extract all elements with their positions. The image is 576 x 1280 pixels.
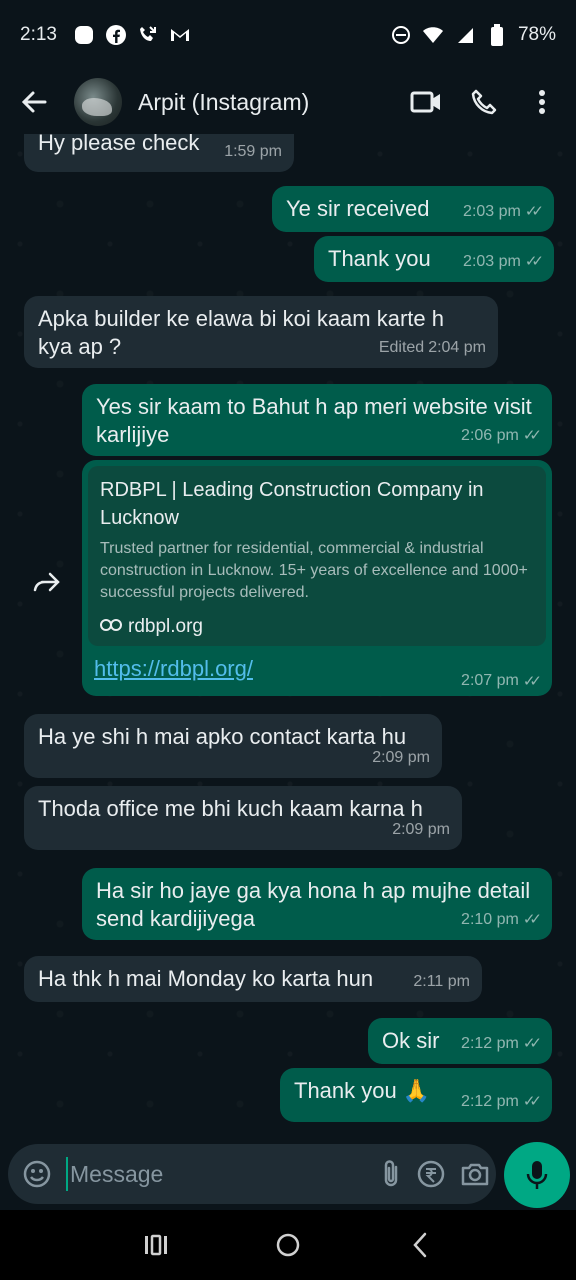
message-incoming[interactable]: Ha thk h mai Monday ko karta hun 2:11 pm (24, 956, 482, 1002)
video-call-icon[interactable] (404, 80, 448, 124)
message-outgoing[interactable]: Thank you 🙏 2:12 pm ✓✓ (280, 1068, 552, 1122)
message-link[interactable]: https://rdbpl.org/ (94, 656, 253, 682)
attach-icon[interactable] (380, 1152, 402, 1196)
message-time: 2:10 pm ✓✓ (461, 906, 542, 934)
message-text: Hy please check (38, 134, 200, 155)
message-text: Ok sir (382, 1028, 440, 1053)
recent-apps-icon[interactable] (131, 1220, 181, 1270)
message-composer (8, 1144, 496, 1204)
message-outgoing[interactable]: Yes sir kaam to Bahut h ap meri website … (82, 384, 552, 456)
battery-level: 78% (517, 24, 556, 45)
link-preview-message[interactable]: RDBPL | Leading Construction Company in … (82, 460, 552, 696)
payment-icon[interactable] (416, 1152, 446, 1196)
read-ticks-icon: ✓✓ (524, 253, 544, 270)
read-ticks-icon: ✓✓ (524, 203, 544, 220)
message-incoming[interactable]: Apka builder ke elawa bi koi kaam karte … (24, 296, 498, 368)
message-time: Edited 2:04 pm (379, 334, 486, 362)
link-preview-domain: rdbpl.org (100, 616, 534, 638)
message-input[interactable] (66, 1157, 366, 1191)
camera-icon[interactable] (460, 1152, 490, 1196)
read-ticks-icon: ✓✓ (522, 1035, 542, 1052)
message-time: 2:03 pm ✓✓ (463, 248, 544, 276)
message-time: 2:03 pm ✓✓ (463, 198, 544, 226)
message-time: 2:06 pm ✓✓ (461, 422, 542, 450)
message-incoming[interactable]: Ha ye shi h mai apko contact karta hu 2:… (24, 714, 442, 778)
link-preview-title: RDBPL | Leading Construction Company in … (100, 479, 484, 529)
message-outgoing[interactable]: Ye sir received 2:03 pm ✓✓ (272, 186, 554, 232)
read-ticks-icon: ✓✓ (522, 1093, 542, 1110)
battery-icon (486, 24, 508, 46)
link-preview-description: Trusted partner for residential, commerc… (100, 540, 528, 601)
message-time: 1:59 pm (224, 143, 282, 160)
wifi-icon (422, 24, 444, 46)
dnd-icon (390, 24, 412, 46)
status-time: 2:13 (20, 24, 57, 45)
link-icon (100, 616, 122, 638)
read-ticks-icon: ✓✓ (522, 427, 542, 444)
contact-name[interactable]: Arpit (Instagram) (138, 89, 390, 116)
read-ticks-icon: ✓✓ (522, 673, 542, 690)
message-time: 2:07 pm ✓✓ (461, 672, 542, 690)
mic-icon (526, 1161, 548, 1189)
system-nav-bar (0, 1210, 576, 1280)
message-time: 2:09 pm (372, 749, 430, 766)
status-bar: 2:13 78% (0, 0, 576, 70)
more-options-icon[interactable] (520, 80, 564, 124)
forward-icon[interactable] (28, 564, 64, 600)
message-outgoing[interactable]: Ha sir ho jaye ga kya hona h ap mujhe de… (82, 868, 552, 940)
back-arrow-icon[interactable] (16, 84, 52, 120)
message-time: 2:12 pm ✓✓ (461, 1088, 542, 1116)
message-time: 2:11 pm (413, 973, 470, 990)
chat-area[interactable]: Hy please check 1:59 pm Ye sir received … (0, 134, 576, 1140)
facebook-icon (105, 24, 127, 46)
message-time: 2:12 pm ✓✓ (461, 1030, 542, 1058)
edited-label: Edited (378, 339, 425, 356)
home-icon[interactable] (263, 1220, 313, 1270)
message-text: Ha ye shi h mai apko contact karta hu (38, 724, 407, 749)
emoji-icon[interactable] (22, 1152, 52, 1196)
missed-call-icon (137, 24, 159, 46)
message-text: Ye sir received (286, 196, 430, 221)
chat-header: Arpit (Instagram) (0, 70, 576, 134)
mic-button[interactable] (504, 1142, 570, 1208)
link-preview-card[interactable]: RDBPL | Leading Construction Company in … (88, 466, 546, 646)
message-text: Thoda office me bhi kuch kaam karna h (38, 796, 423, 821)
message-time: 2:09 pm (392, 821, 450, 838)
message-text: Thank you (328, 246, 431, 271)
app-notification-icon (73, 24, 95, 46)
avatar[interactable] (74, 78, 122, 126)
composer-bar (0, 1140, 576, 1210)
message-incoming[interactable]: Thoda office me bhi kuch kaam karna h 2:… (24, 786, 462, 850)
message-text: Thank you 🙏 (294, 1078, 431, 1103)
message-outgoing[interactable]: Thank you 2:03 pm ✓✓ (314, 236, 554, 282)
back-icon[interactable] (395, 1220, 445, 1270)
message-text: Ha thk h mai Monday ko karta hun (38, 966, 374, 991)
message-outgoing[interactable]: Ok sir 2:12 pm ✓✓ (368, 1018, 552, 1064)
read-ticks-icon: ✓✓ (522, 911, 542, 928)
gmail-icon (169, 24, 191, 46)
message-incoming[interactable]: Hy please check 1:59 pm (24, 134, 294, 172)
signal-icon (454, 24, 476, 46)
voice-call-icon[interactable] (462, 80, 506, 124)
